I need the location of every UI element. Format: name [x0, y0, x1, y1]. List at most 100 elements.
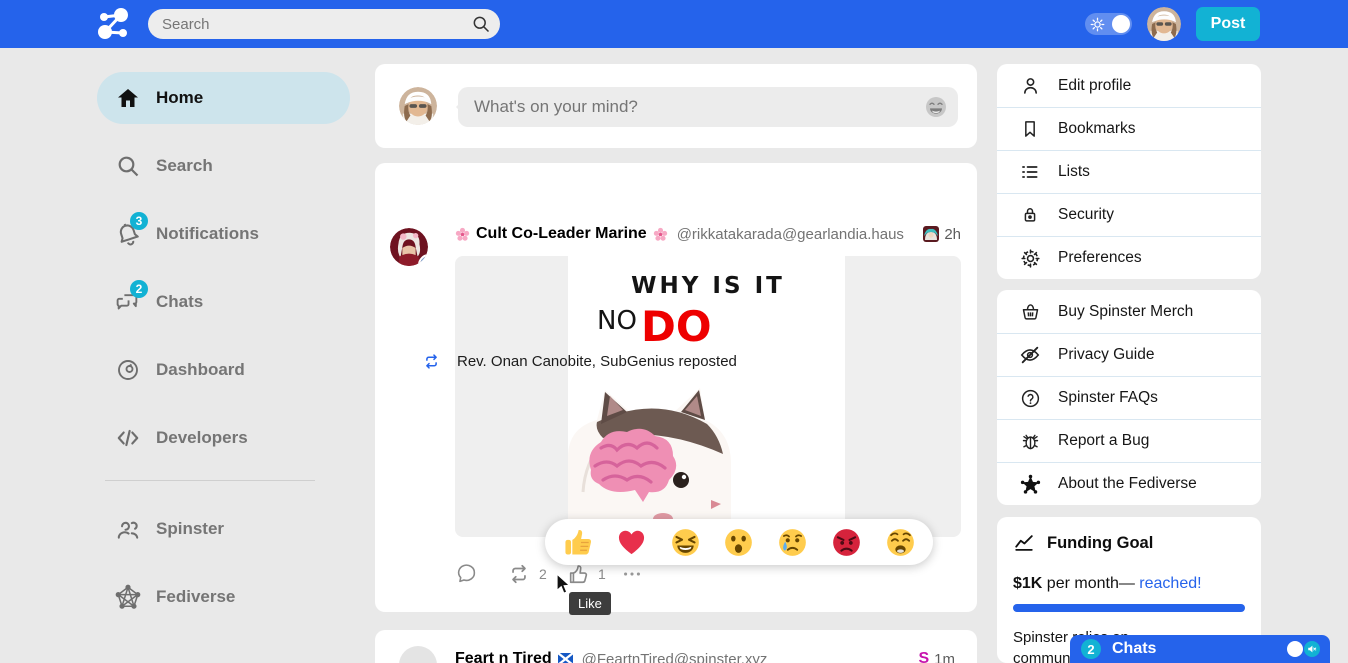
- next-post-author-line: Feart n Tired @FeartnTired@spinster.xyz …: [455, 650, 955, 663]
- sidebar-item-label: Dashboard: [156, 360, 245, 380]
- sidebar-item-notifications[interactable]: 3 Notifications: [97, 208, 350, 260]
- mute-speaker-icon: [1304, 641, 1320, 657]
- chats-icon: 2: [114, 289, 141, 316]
- menu-item-label: Edit profile: [1058, 77, 1131, 95]
- funding-dash: —: [1119, 575, 1139, 592]
- chats-panel-bar[interactable]: 2 Chats: [1070, 635, 1330, 663]
- sidebar-item-developers[interactable]: Developers: [97, 412, 350, 464]
- compose-input[interactable]: [458, 97, 958, 117]
- reaction-weary-icon[interactable]: [885, 527, 916, 558]
- menu-item-label: Security: [1058, 206, 1114, 224]
- meme-text-line1: WHY IS IT: [455, 273, 961, 299]
- sidebar-item-home[interactable]: Home: [97, 72, 350, 124]
- comment-icon: [456, 563, 477, 584]
- basket-icon: [1019, 301, 1041, 323]
- menu-item-label: Spinster FAQs: [1058, 389, 1158, 407]
- sidebar-item-search[interactable]: Search: [97, 140, 350, 192]
- people-icon: [114, 516, 141, 543]
- post-author-avatar[interactable]: [390, 228, 428, 266]
- menu-item-faqs[interactable]: Spinster FAQs: [997, 376, 1261, 419]
- funding-reached-link[interactable]: reached!: [1139, 575, 1201, 592]
- reaction-laughing-icon[interactable]: [670, 527, 701, 558]
- sidebar-item-dashboard[interactable]: Dashboard: [97, 344, 350, 396]
- sidebar-item-label: Search: [156, 156, 213, 176]
- post-button[interactable]: Post: [1196, 7, 1260, 41]
- more-options-button[interactable]: [621, 563, 643, 585]
- menu-item-edit-profile[interactable]: Edit profile: [997, 64, 1261, 107]
- next-post-timestamp[interactable]: 1m: [934, 651, 955, 663]
- bug-icon: [1019, 430, 1041, 452]
- chats-panel-label: Chats: [1112, 640, 1156, 658]
- menu-item-about-fediverse[interactable]: About the Fediverse: [997, 462, 1261, 505]
- chats-badge: 2: [130, 280, 148, 298]
- repost-button[interactable]: 2: [508, 563, 547, 585]
- reaction-surprised-icon[interactable]: [723, 527, 754, 558]
- menu-item-label: Preferences: [1058, 249, 1142, 267]
- theme-toggle[interactable]: [1085, 13, 1132, 35]
- compose-avatar[interactable]: [399, 87, 437, 125]
- sun-icon: [1090, 17, 1105, 32]
- sidebar-item-label: Spinster: [156, 519, 224, 539]
- menu-item-report-bug[interactable]: Report a Bug: [997, 419, 1261, 462]
- post-timestamp[interactable]: 2h: [944, 226, 961, 243]
- comment-button[interactable]: [456, 563, 477, 584]
- menu-item-security[interactable]: Security: [997, 193, 1261, 236]
- menu-item-label: About the Fediverse: [1058, 475, 1197, 493]
- next-post-author-name[interactable]: Feart n Tired: [455, 650, 552, 663]
- reaction-heart-icon[interactable]: [616, 527, 647, 558]
- current-user-avatar[interactable]: [1147, 7, 1181, 41]
- menu-item-lists[interactable]: Lists: [997, 150, 1261, 193]
- post-media-image[interactable]: WHY IS IT NO DO: [455, 256, 961, 537]
- chats-sound-toggle[interactable]: [1287, 641, 1320, 657]
- search-icon: [114, 153, 141, 180]
- menu-item-label: Privacy Guide: [1058, 346, 1154, 364]
- funding-period: per month: [1042, 575, 1118, 592]
- repost-line: Rev. Onan Canobite, SubGenius reposted: [423, 353, 737, 370]
- scotland-flag-icon: [558, 653, 573, 663]
- toggle-knob: [1287, 641, 1303, 657]
- post-author-name[interactable]: Cult Co-Leader Marine: [476, 225, 647, 243]
- sidebar-item-fediverse[interactable]: Fediverse: [97, 571, 350, 623]
- cherry-blossom-icon: [653, 227, 668, 242]
- menu-item-bookmarks[interactable]: Bookmarks: [997, 107, 1261, 150]
- sidebar-item-chats[interactable]: 2 Chats: [97, 276, 350, 328]
- app-logo-icon[interactable]: [95, 7, 133, 41]
- post-card: Rev. Onan Canobite, SubGenius reposted: [375, 163, 977, 612]
- chart-icon: [1013, 532, 1035, 554]
- compose-card: [375, 64, 977, 148]
- meme-brain-graphic: [577, 424, 681, 508]
- sidebar-item-label: Home: [156, 88, 203, 108]
- reaction-picker: [545, 519, 933, 565]
- chats-unread-badge: 2: [1081, 639, 1101, 659]
- sidebar-item-label: Developers: [156, 428, 248, 448]
- repost-count: 2: [539, 566, 547, 582]
- top-bar: Post: [0, 0, 1348, 48]
- ellipsis-icon: [621, 563, 643, 585]
- gear-icon: [1019, 247, 1041, 269]
- profile-menu-card: Edit profile Bookmarks Lists Security Pr: [997, 64, 1261, 279]
- next-post-avatar[interactable]: [399, 646, 437, 663]
- reaction-thumbs-up-icon[interactable]: [562, 527, 593, 558]
- emoji-picker-icon[interactable]: [924, 95, 948, 119]
- reaction-angry-icon[interactable]: [831, 527, 862, 558]
- post-author-line: Cult Co-Leader Marine @rikkatakarada@gea…: [455, 225, 961, 243]
- repost-icon: [508, 563, 530, 585]
- next-post-author-handle[interactable]: @FeartnTired@spinster.xyz: [582, 651, 768, 663]
- menu-item-privacy-guide[interactable]: Privacy Guide: [997, 333, 1261, 376]
- menu-item-preferences[interactable]: Preferences: [997, 236, 1261, 279]
- sidebar-item-spinster[interactable]: Spinster: [97, 503, 350, 555]
- reposted-by-text[interactable]: Rev. Onan Canobite, SubGenius reposted: [457, 353, 737, 370]
- post-action-bar: 2 1: [455, 563, 955, 589]
- post-author-handle[interactable]: @rikkatakarada@gearlandia.haus: [677, 226, 904, 243]
- search-icon[interactable]: [471, 14, 491, 34]
- fediverse-icon: [114, 584, 141, 611]
- fediverse-star-icon: [1019, 473, 1041, 495]
- dashboard-icon: [114, 357, 141, 384]
- like-count: 1: [598, 566, 606, 582]
- reaction-crying-icon[interactable]: [777, 527, 808, 558]
- sidebar-item-label: Notifications: [156, 224, 259, 244]
- menu-item-label: Bookmarks: [1058, 120, 1136, 138]
- search-input[interactable]: [148, 16, 500, 33]
- menu-item-merch[interactable]: Buy Spinster Merch: [997, 290, 1261, 333]
- menu-item-label: Lists: [1058, 163, 1090, 181]
